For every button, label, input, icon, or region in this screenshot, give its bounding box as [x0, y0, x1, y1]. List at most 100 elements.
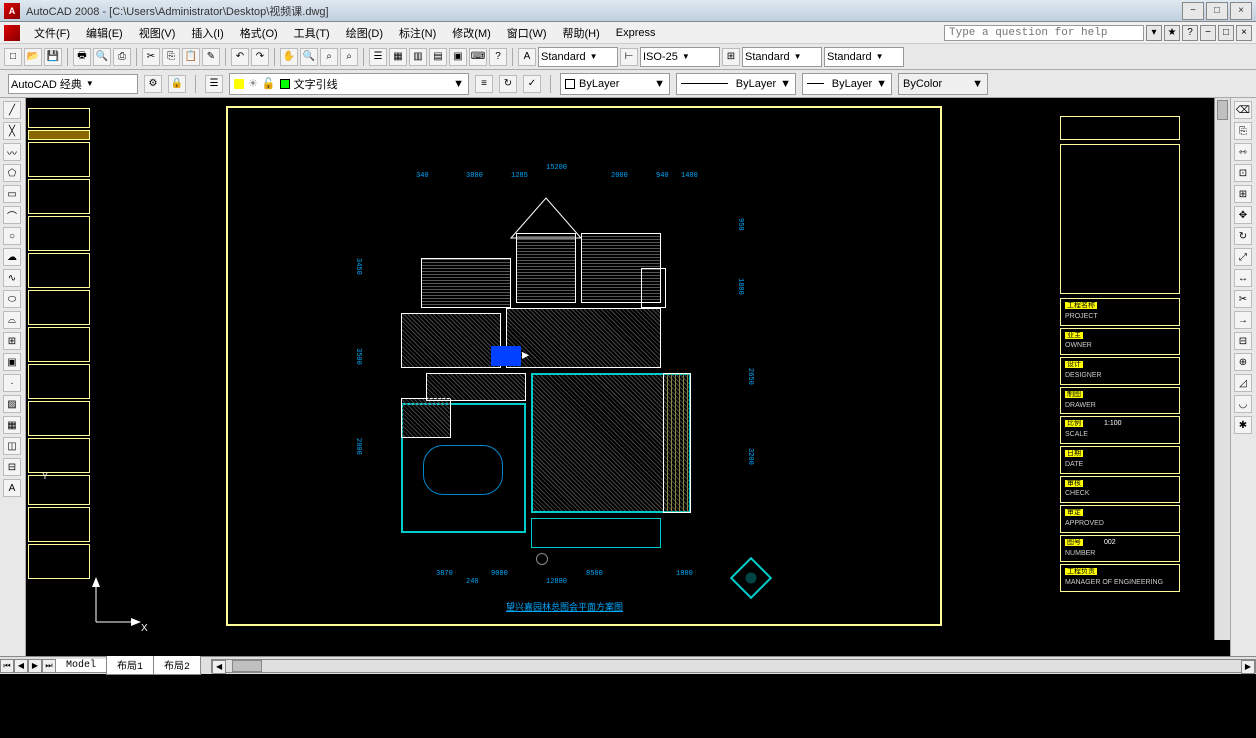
- workspace-dropdown[interactable]: AutoCAD 经典▼: [8, 74, 138, 94]
- laymcur-icon[interactable]: ✓: [523, 75, 541, 93]
- layerstate-icon[interactable]: ≡: [475, 75, 493, 93]
- layermgr-icon[interactable]: ☰: [205, 75, 223, 93]
- break-tool[interactable]: ⊟: [1234, 332, 1252, 350]
- maximize-button[interactable]: □: [1206, 2, 1228, 20]
- dc-icon[interactable]: ▦: [389, 48, 407, 66]
- paste-icon[interactable]: 📋: [182, 48, 200, 66]
- table-tool[interactable]: ⊟: [3, 458, 21, 476]
- vertical-scrollbar[interactable]: [1214, 98, 1230, 640]
- tab-model[interactable]: Model: [55, 659, 107, 673]
- tab-next[interactable]: ▶: [28, 659, 42, 673]
- layer-dropdown[interactable]: ☀ 🔓 文字引线 ▼: [229, 73, 469, 95]
- polygon-tool[interactable]: ⬠: [3, 164, 21, 182]
- explode-tool[interactable]: ✱: [1234, 416, 1252, 434]
- hatch-tool[interactable]: ▨: [3, 395, 21, 413]
- publish-icon[interactable]: ⎙: [113, 48, 131, 66]
- erase-tool[interactable]: ⌫: [1234, 101, 1252, 119]
- new-icon[interactable]: □: [4, 48, 22, 66]
- ellipse-tool[interactable]: ⬭: [3, 290, 21, 308]
- scale-tool[interactable]: ⤢: [1234, 248, 1252, 266]
- trim-tool[interactable]: ✂: [1234, 290, 1252, 308]
- open-icon[interactable]: 📂: [24, 48, 42, 66]
- array-tool[interactable]: ⊞: [1234, 185, 1252, 203]
- calc-icon[interactable]: ⌨: [469, 48, 487, 66]
- menu-dim[interactable]: 标注(N): [391, 23, 444, 43]
- menu-file[interactable]: 文件(F): [26, 23, 78, 43]
- fav-icon[interactable]: ★: [1164, 25, 1180, 41]
- scrollbar-thumb[interactable]: [1217, 100, 1228, 120]
- tab-layout1[interactable]: 布局1: [106, 656, 154, 675]
- extend-tool[interactable]: →: [1234, 311, 1252, 329]
- revcloud-tool[interactable]: ☁: [3, 248, 21, 266]
- zoom-prev-icon[interactable]: ⌕: [340, 48, 358, 66]
- redo-icon[interactable]: ↷: [251, 48, 269, 66]
- menu-express[interactable]: Express: [608, 25, 664, 41]
- text-style-dropdown[interactable]: Standard▼: [538, 47, 618, 67]
- ws-settings-icon[interactable]: ⚙: [144, 75, 162, 93]
- tab-prev[interactable]: ◀: [14, 659, 28, 673]
- join-tool[interactable]: ⊕: [1234, 353, 1252, 371]
- gradient-tool[interactable]: ▦: [3, 416, 21, 434]
- insert-tool[interactable]: ⊞: [3, 332, 21, 350]
- lineweight-dropdown[interactable]: ByLayer▼: [802, 73, 892, 95]
- menu-window[interactable]: 窗口(W): [499, 23, 555, 43]
- help-search[interactable]: [944, 25, 1144, 41]
- stretch-tool[interactable]: ↔: [1234, 269, 1252, 287]
- tab-last[interactable]: ⏭: [42, 659, 56, 673]
- undo-icon[interactable]: ↶: [231, 48, 249, 66]
- mdi-max-button[interactable]: □: [1218, 25, 1234, 41]
- drawing-canvas[interactable]: Y X 340 3800: [26, 98, 1230, 656]
- menu-help[interactable]: 帮助(H): [555, 23, 608, 43]
- rotate-tool[interactable]: ↻: [1234, 227, 1252, 245]
- match-icon[interactable]: ✎: [202, 48, 220, 66]
- pline-tool[interactable]: 〰: [3, 143, 21, 161]
- ssm-icon[interactable]: ▤: [429, 48, 447, 66]
- tablestyle-icon[interactable]: ⊞: [722, 48, 740, 66]
- chamfer-tool[interactable]: ◿: [1234, 374, 1252, 392]
- plotstyle-dropdown[interactable]: ByColor▼: [898, 73, 988, 95]
- preview-icon[interactable]: 🔍: [93, 48, 111, 66]
- circle-tool[interactable]: ○: [3, 227, 21, 245]
- menu-view[interactable]: 视图(V): [131, 23, 184, 43]
- ws-lock-icon[interactable]: 🔒: [168, 75, 186, 93]
- tab-layout2[interactable]: 布局2: [153, 656, 201, 675]
- copy-icon[interactable]: ⎘: [162, 48, 180, 66]
- zoom-win-icon[interactable]: ⌕: [320, 48, 338, 66]
- mirror-tool[interactable]: ⇿: [1234, 143, 1252, 161]
- ml-style-dropdown[interactable]: Standard▼: [824, 47, 904, 67]
- ellipsearc-tool[interactable]: ⌓: [3, 311, 21, 329]
- rect-tool[interactable]: ▭: [3, 185, 21, 203]
- textstyle-icon[interactable]: A: [518, 48, 536, 66]
- menu-edit[interactable]: 编辑(E): [78, 23, 131, 43]
- xline-tool[interactable]: ╳: [3, 122, 21, 140]
- color-dropdown[interactable]: ByLayer▼: [560, 73, 670, 95]
- command-line[interactable]: [0, 674, 1256, 738]
- hscroll-right[interactable]: ▶: [1241, 660, 1255, 674]
- table-style-dropdown[interactable]: Standard▼: [742, 47, 822, 67]
- menu-tools[interactable]: 工具(T): [286, 23, 338, 43]
- copy-tool[interactable]: ⎘: [1234, 122, 1252, 140]
- cut-icon[interactable]: ✂: [142, 48, 160, 66]
- search-arrow-icon[interactable]: ▾: [1146, 25, 1162, 41]
- spline-tool[interactable]: ∿: [3, 269, 21, 287]
- dimstyle-icon[interactable]: ⊢: [620, 48, 638, 66]
- mdi-min-button[interactable]: −: [1200, 25, 1216, 41]
- save-icon[interactable]: 💾: [44, 48, 62, 66]
- line-tool[interactable]: ╱: [3, 101, 21, 119]
- block-tool[interactable]: ▣: [3, 353, 21, 371]
- horizontal-scrollbar[interactable]: ◀ ▶: [211, 659, 1256, 673]
- layerprev-icon[interactable]: ↻: [499, 75, 517, 93]
- offset-tool[interactable]: ⊡: [1234, 164, 1252, 182]
- linetype-dropdown[interactable]: ByLayer▼: [676, 73, 796, 95]
- mk-icon[interactable]: ▣: [449, 48, 467, 66]
- hscroll-thumb[interactable]: [232, 660, 262, 672]
- helpq-icon[interactable]: ?: [489, 48, 507, 66]
- close-button[interactable]: ×: [1230, 2, 1252, 20]
- pan-icon[interactable]: ✋: [280, 48, 298, 66]
- arc-tool[interactable]: ⌒: [3, 206, 21, 224]
- fillet-tool[interactable]: ◡: [1234, 395, 1252, 413]
- tp-icon[interactable]: ▥: [409, 48, 427, 66]
- move-tool[interactable]: ✥: [1234, 206, 1252, 224]
- mtext-tool[interactable]: A: [3, 479, 21, 497]
- tab-first[interactable]: ⏮: [0, 659, 14, 673]
